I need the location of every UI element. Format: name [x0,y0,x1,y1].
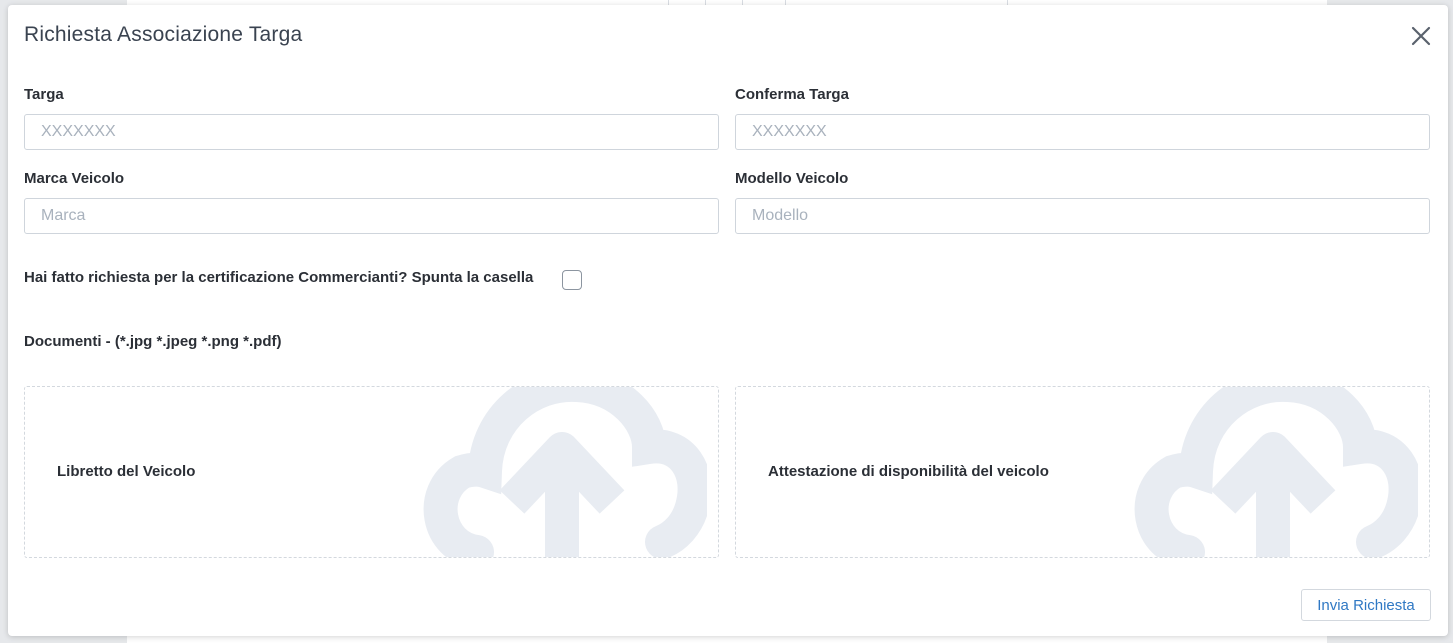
commercianti-checkbox[interactable] [562,270,582,290]
close-button[interactable] [1410,25,1432,47]
modello-veicolo-input[interactable] [735,198,1430,234]
cloud-upload-icon [423,387,707,557]
targa-input[interactable] [24,114,719,150]
richiesta-associazione-modal: Richiesta Associazione Targa Targa Confe… [8,5,1448,636]
upload-label: Attestazione di disponibilità del veicol… [768,463,1049,480]
attestazione-upload-dropzone[interactable]: Attestazione di disponibilità del veicol… [735,386,1430,558]
cloud-upload-icon [1134,387,1418,557]
conferma-targa-label: Conferma Targa [735,86,849,103]
targa-label: Targa [24,86,64,103]
marca-veicolo-label: Marca Veicolo [24,170,125,187]
modello-veicolo-label: Modello Veicolo [735,170,849,187]
close-icon [1411,26,1431,46]
invia-richiesta-button[interactable]: Invia Richiesta [1301,589,1431,621]
conferma-targa-input[interactable] [735,114,1430,150]
marca-veicolo-input[interactable] [24,198,719,234]
upload-label: Libretto del Veicolo [57,463,196,480]
modal-title: Richiesta Associazione Targa [24,23,303,46]
commercianti-question: Hai fatto richiesta per la certificazion… [24,269,534,286]
libretto-upload-dropzone[interactable]: Libretto del Veicolo [24,386,719,558]
documenti-label: Documenti - (*.jpg *.jpeg *.png *.pdf) [24,333,282,350]
